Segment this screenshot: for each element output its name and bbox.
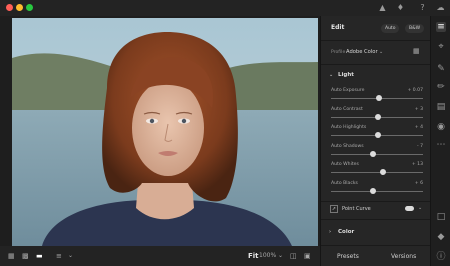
point-curve-icon[interactable]: ➚ bbox=[330, 205, 338, 213]
slider-value[interactable]: + 0.07 bbox=[407, 88, 423, 93]
slider-knob[interactable] bbox=[370, 150, 377, 157]
divider bbox=[321, 245, 431, 246]
compare-icon[interactable]: ◫ bbox=[290, 251, 297, 261]
point-curve-chevron-icon[interactable]: ⌄ bbox=[418, 205, 422, 211]
slider-track[interactable] bbox=[331, 172, 423, 173]
tag-icon[interactable]: ◆ bbox=[436, 232, 446, 242]
comment-icon[interactable]: □ bbox=[436, 212, 446, 222]
info-icon[interactable]: ⓘ bbox=[436, 252, 446, 262]
slider-track[interactable] bbox=[331, 190, 423, 192]
cloud-icon[interactable]: ☁ bbox=[436, 3, 445, 12]
slider-row: Auto Whites + 13 bbox=[331, 162, 423, 180]
photo-canvas-area bbox=[0, 16, 320, 246]
light-section-title[interactable]: Light bbox=[338, 72, 354, 78]
more-icon[interactable]: ⋯ bbox=[436, 140, 446, 150]
slider-knob[interactable] bbox=[374, 113, 381, 120]
profile-browser-icon[interactable]: ▦ bbox=[413, 47, 420, 55]
help-icon[interactable]: ? bbox=[418, 3, 427, 12]
slider-knob[interactable] bbox=[379, 169, 386, 175]
slider-label: Auto Shadows bbox=[331, 143, 364, 149]
color-section-title[interactable]: Color bbox=[338, 229, 354, 235]
slider-knob[interactable] bbox=[375, 95, 382, 101]
point-curve-toggle[interactable] bbox=[405, 206, 414, 211]
zoom-chevron-icon[interactable]: ⌄ bbox=[278, 251, 283, 261]
square-grid-icon[interactable]: ▩ bbox=[22, 251, 29, 261]
slider-track[interactable] bbox=[331, 153, 423, 155]
edited-photo[interactable] bbox=[12, 18, 318, 246]
fit-label[interactable]: Fit bbox=[248, 251, 259, 261]
crop-icon[interactable]: ⌖ bbox=[436, 42, 446, 52]
bw-button[interactable]: B&W bbox=[405, 24, 425, 33]
slider-label: Auto Whites bbox=[331, 162, 359, 167]
minimize-window-button[interactable] bbox=[16, 4, 23, 11]
sort-dropdown-chevron-icon[interactable]: ⌄ bbox=[68, 251, 73, 261]
title-bar: ▲ ♦ ? ☁ bbox=[0, 0, 450, 16]
slider-knob[interactable] bbox=[374, 132, 381, 138]
slider-row: Auto Exposure + 0.07 bbox=[331, 88, 423, 106]
divider bbox=[321, 201, 431, 202]
color-section-chevron-icon[interactable]: › bbox=[329, 229, 331, 235]
linear-gradient-icon[interactable]: ▤ bbox=[436, 102, 446, 112]
profile-label: Profile bbox=[331, 50, 346, 55]
slider-label: Auto Highlights bbox=[331, 125, 367, 130]
slider-label: Auto Exposure bbox=[331, 88, 365, 93]
zoom-value[interactable]: 100% bbox=[259, 251, 276, 261]
radial-gradient-icon[interactable]: ◉ bbox=[436, 122, 446, 132]
divider bbox=[321, 40, 431, 41]
profile-chevron-icon[interactable]: ⌄ bbox=[379, 49, 383, 55]
single-view-icon[interactable]: ▬ bbox=[36, 251, 43, 261]
slider-label: Auto Blacks bbox=[331, 180, 358, 186]
sort-icon[interactable]: ≡ bbox=[56, 251, 62, 261]
edit-sliders-icon[interactable]: ≡ bbox=[436, 22, 446, 32]
divider bbox=[321, 219, 431, 220]
slider-label: Auto Contrast bbox=[331, 106, 363, 112]
filmstrip-icon[interactable]: ▣ bbox=[304, 251, 311, 261]
edit-panel: Edit Auto B&W Profile Adobe Color ⌄ ▦ ⌄ … bbox=[320, 16, 431, 266]
slider-value[interactable]: + 3 bbox=[415, 107, 423, 112]
healing-brush-icon[interactable]: ✎ bbox=[436, 64, 446, 74]
tool-rail: ≡ ⌖ ✎ ✏ ▤ ◉ ⋯ □ ◆ ⓘ bbox=[430, 16, 450, 266]
portrait-photo-image bbox=[12, 18, 318, 246]
bottom-toolbar: ▦ ▩ ▬ ≡ ⌄ Fit 100% ⌄ ◫ ▣ bbox=[0, 246, 320, 266]
edit-panel-title: Edit bbox=[331, 24, 345, 31]
versions-tab[interactable]: Versions bbox=[391, 253, 416, 260]
brush-icon[interactable]: ✏ bbox=[436, 82, 446, 92]
slider-row: Auto Shadows - 7 bbox=[331, 144, 423, 162]
slider-value[interactable]: + 4 bbox=[415, 125, 423, 130]
divider bbox=[321, 64, 431, 65]
share-icon[interactable]: ▲ bbox=[378, 3, 387, 12]
slider-value[interactable]: + 13 bbox=[412, 162, 423, 167]
slider-value[interactable]: + 6 bbox=[415, 181, 423, 186]
light-section-chevron-icon[interactable]: ⌄ bbox=[329, 72, 333, 78]
slider-value[interactable]: - 7 bbox=[417, 144, 423, 149]
slider-row: Auto Contrast + 3 bbox=[331, 107, 423, 125]
auto-button[interactable]: Auto bbox=[381, 24, 400, 33]
zoom-window-button[interactable] bbox=[26, 4, 33, 11]
slider-knob[interactable] bbox=[370, 187, 377, 194]
slider-row: Auto Highlights + 4 bbox=[331, 125, 423, 143]
bell-icon[interactable]: ♦ bbox=[396, 3, 405, 12]
grid-view-icon[interactable]: ▦ bbox=[8, 251, 15, 261]
close-window-button[interactable] bbox=[6, 4, 13, 11]
slider-row: Auto Blacks + 6 bbox=[331, 181, 423, 199]
app-window: ▲ ♦ ? ☁ ▦ ▩ ▬ ≡ ⌄ Fit 100% ⌄ ◫ ▣ Edit Au… bbox=[0, 0, 450, 266]
point-curve-label[interactable]: Point Curve bbox=[342, 206, 371, 212]
presets-tab[interactable]: Presets bbox=[337, 253, 359, 260]
profile-dropdown[interactable]: Adobe Color bbox=[346, 49, 378, 55]
